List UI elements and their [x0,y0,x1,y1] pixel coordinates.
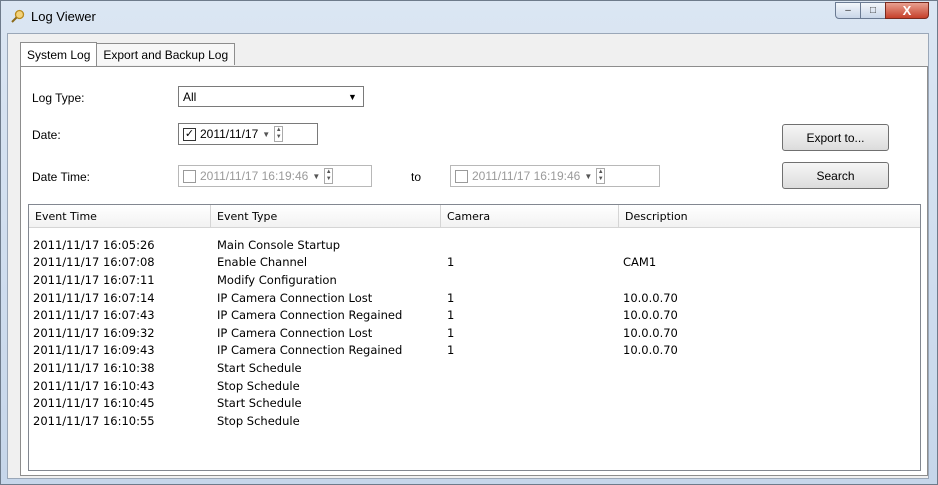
cell-description: 10.0.0.70 [623,343,678,358]
spinner-icon[interactable]: ▲ ▼ [274,126,284,142]
maximize-icon: □ [869,5,877,16]
cell-description: CAM1 [623,255,657,270]
minimize-button[interactable]: – [835,2,861,19]
cell-event-type: Main Console Startup [217,237,341,252]
table-row[interactable]: 2011/11/17 16:07:43 IP Camera Connection … [33,306,823,324]
cell-event-type: IP Camera Connection Regained [217,343,403,358]
cell-camera: 1 [447,255,455,270]
cell-event-type: IP Camera Connection Regained [217,308,403,323]
event-log-table[interactable]: Event Time Event Type Camera Description… [28,204,921,471]
cell-event-type: Modify Configuration [217,272,337,287]
chevron-down-icon: ▼ [348,91,357,102]
log-type-select[interactable]: All ▼ [178,86,364,107]
datetime-from-picker[interactable]: 2011/11/17 16:19:46 ▼ ▲ ▼ [178,165,372,187]
spinner-icon[interactable]: ▲ ▼ [596,168,606,184]
export-to-button[interactable]: Export to... [782,124,889,151]
date-value: 2011/11/17 [200,127,259,141]
search-button[interactable]: Search [782,162,889,189]
datetime-from-value: 2011/11/17 16:19:46 [200,169,309,183]
table-row[interactable]: 2011/11/17 16:07:08 Enable Channel 1 CAM1 [33,254,823,272]
window-title: Log Viewer [31,9,96,24]
cell-description: 10.0.0.70 [623,290,678,305]
cell-event-time: 2011/11/17 16:09:43 [33,343,155,358]
spinner-icon[interactable]: ▲ ▼ [324,168,334,184]
table-row[interactable]: 2011/11/17 16:05:26 Main Console Startup [33,236,823,254]
cell-event-time: 2011/11/17 16:07:14 [33,290,155,305]
table-row[interactable]: 2011/11/17 16:07:14 IP Camera Connection … [33,289,823,307]
cell-event-time: 2011/11/17 16:10:55 [33,413,155,428]
dropdown-arrow-icon[interactable]: ▼ [584,172,592,181]
table-row[interactable]: 2011/11/17 16:10:45 Start Schedule [33,394,823,412]
table-row[interactable]: 2011/11/17 16:09:32 IP Camera Connection … [33,324,823,342]
table-row[interactable]: 2011/11/17 16:09:43 IP Camera Connection … [33,342,823,360]
maximize-button[interactable]: □ [860,2,886,19]
table-row[interactable]: 2011/11/17 16:10:38 Start Schedule [33,359,823,377]
column-header-event-time[interactable]: Event Time [29,205,211,227]
date-picker[interactable]: ✓ 2011/11/17 ▼ ▲ ▼ [178,123,318,145]
cell-description: 10.0.0.70 [623,308,678,323]
cell-camera: 1 [447,308,455,323]
table-row[interactable]: 2011/11/17 16:10:43 Stop Schedule [33,377,823,395]
cell-event-type: Start Schedule [217,360,302,375]
table-body: 2011/11/17 16:05:26 Main Console Startup … [33,236,823,430]
cell-description: 10.0.0.70 [623,325,678,340]
date-enable-checkbox[interactable]: ✓ [183,127,196,141]
cell-event-time: 2011/11/17 16:09:32 [33,325,155,340]
cell-camera: 1 [447,290,455,305]
cell-event-time: 2011/11/17 16:07:08 [33,255,155,270]
table-row[interactable]: 2011/11/17 16:10:55 Stop Schedule [33,412,823,430]
cell-event-time: 2011/11/17 16:05:26 [33,237,155,252]
tab-strip: System Log Export and Backup Log [20,42,236,67]
log-type-value: All [183,90,197,104]
tab-system-log[interactable]: System Log [20,42,98,66]
table-row[interactable]: 2011/11/17 16:07:11 Modify Configuration [33,271,823,289]
column-header-camera[interactable]: Camera [441,205,619,227]
dropdown-arrow-icon[interactable]: ▼ [262,130,270,139]
log-type-label: Log Type: [32,91,85,105]
column-header-event-type[interactable]: Event Type [211,205,441,227]
cell-event-type: Stop Schedule [217,413,300,428]
tab-export-backup-log[interactable]: Export and Backup Log [96,43,236,65]
cell-camera: 1 [447,343,455,358]
cell-event-type: Start Schedule [217,396,302,411]
date-label: Date: [32,128,61,142]
magnifier-icon [11,9,25,23]
cell-event-type: Enable Channel [217,255,308,270]
datetime-from-checkbox[interactable] [183,169,196,183]
close-icon: X [902,3,912,18]
cell-event-time: 2011/11/17 16:07:43 [33,308,155,323]
cell-event-time: 2011/11/17 16:10:43 [33,378,155,393]
window-controls: – □ X [835,2,929,20]
close-button[interactable]: X [885,2,929,19]
datetime-to-checkbox[interactable] [455,169,468,183]
cell-event-type: IP Camera Connection Lost [217,290,373,305]
title-bar[interactable]: Log Viewer – □ X [1,1,937,31]
cell-event-type: Stop Schedule [217,378,300,393]
datetime-to-picker[interactable]: 2011/11/17 16:19:46 ▼ ▲ ▼ [450,165,660,187]
column-header-description[interactable]: Description [619,205,920,227]
cell-camera: 1 [447,325,455,340]
datetime-to-value: 2011/11/17 16:19:46 [472,169,581,183]
cell-event-time: 2011/11/17 16:10:38 [33,360,155,375]
cell-event-time: 2011/11/17 16:10:45 [33,396,155,411]
cell-event-type: IP Camera Connection Lost [217,325,373,340]
to-label: to [411,170,422,184]
datetime-label: Date Time: [32,170,91,184]
minimize-icon: – [845,5,851,16]
table-header: Event Time Event Type Camera Description [29,205,920,228]
cell-event-time: 2011/11/17 16:07:11 [33,272,155,287]
dropdown-arrow-icon[interactable]: ▼ [312,172,320,181]
